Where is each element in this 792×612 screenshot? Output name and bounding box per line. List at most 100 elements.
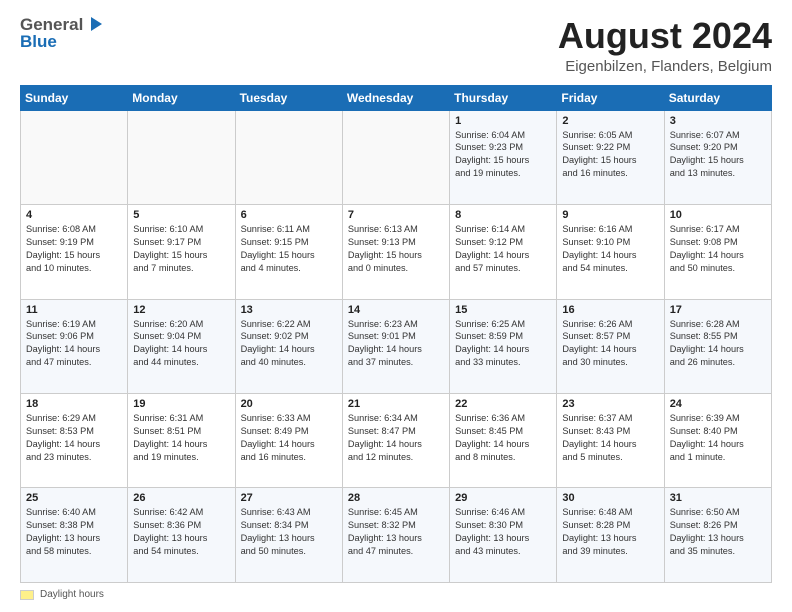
day-info: Sunrise: 6:29 AM Sunset: 8:53 PM Dayligh…	[26, 412, 122, 464]
day-info: Sunrise: 6:05 AM Sunset: 9:22 PM Dayligh…	[562, 129, 658, 181]
day-info: Sunrise: 6:14 AM Sunset: 9:12 PM Dayligh…	[455, 223, 551, 275]
logo-icon	[85, 15, 103, 33]
day-number: 24	[670, 398, 766, 410]
calendar-cell: 2 Sunrise: 6:05 AM Sunset: 9:22 PM Daylig…	[557, 110, 664, 204]
day-info: Sunrise: 6:28 AM Sunset: 8:55 PM Dayligh…	[670, 318, 766, 370]
day-info: Sunrise: 6:23 AM Sunset: 9:01 PM Dayligh…	[348, 318, 444, 370]
main-title: August 2024	[558, 16, 772, 56]
calendar-cell: 9Sunrise: 6:16 AM Sunset: 9:10 PM Daylig…	[557, 205, 664, 299]
title-block: August 2024 Eigenbilzen, Flanders, Belgi…	[558, 16, 772, 75]
calendar-cell: 23 Sunrise: 6:37 AM Sunset: 8:43 PM Dayli…	[557, 394, 664, 488]
day-info: Sunrise: 6:20 AM Sunset: 9:04 PM Dayligh…	[133, 318, 229, 370]
day-number: 6	[241, 209, 337, 221]
calendar-cell: 21Sunrise: 6:34 AM Sunset: 8:47 PM Dayli…	[342, 394, 449, 488]
day-number: 10	[670, 209, 766, 221]
calendar-cell: 3 Sunrise: 6:07 AM Sunset: 9:20 PM Daylig…	[664, 110, 771, 204]
calendar-cell	[128, 110, 235, 204]
day-number: 23	[562, 398, 658, 410]
calendar-cell: 29 Sunrise: 6:46 AM Sunset: 8:30 PM Dayli…	[450, 488, 557, 583]
day-number: 29	[455, 492, 551, 504]
calendar-cell	[21, 110, 128, 204]
day-info: Sunrise: 6:48 AM Sunset: 8:28 PM Dayligh…	[562, 506, 658, 558]
day-number: 30	[562, 492, 658, 504]
day-info: Sunrise: 6:33 AM Sunset: 8:49 PM Dayligh…	[241, 412, 337, 464]
calendar-cell: 11 Sunrise: 6:19 AM Sunset: 9:06 PM Dayli…	[21, 299, 128, 393]
calendar-cell: 25 Sunrise: 6:40 AM Sunset: 8:38 PM Dayli…	[21, 488, 128, 583]
day-number: 11	[26, 304, 122, 316]
logo-blue: Blue	[20, 33, 103, 52]
calendar-cell: 22 Sunrise: 6:36 AM Sunset: 8:45 PM Dayli…	[450, 394, 557, 488]
day-number: 7	[348, 209, 444, 221]
logo: General Blue	[20, 16, 103, 51]
calendar-cell: 27Sunrise: 6:43 AM Sunset: 8:34 PM Dayli…	[235, 488, 342, 583]
calendar-cell: 20Sunrise: 6:33 AM Sunset: 8:49 PM Dayli…	[235, 394, 342, 488]
calendar-cell: 6Sunrise: 6:11 AM Sunset: 9:15 PM Daylig…	[235, 205, 342, 299]
day-info: Sunrise: 6:37 AM Sunset: 8:43 PM Dayligh…	[562, 412, 658, 464]
calendar-cell: 13 Sunrise: 6:22 AM Sunset: 9:02 PM Dayli…	[235, 299, 342, 393]
calendar-day-header: Monday	[128, 85, 235, 110]
day-info: Sunrise: 6:19 AM Sunset: 9:06 PM Dayligh…	[26, 318, 122, 370]
calendar-week-row: 4Sunrise: 6:08 AM Sunset: 9:19 PM Daylig…	[21, 205, 772, 299]
daylight-legend-box	[20, 590, 34, 600]
subtitle: Eigenbilzen, Flanders, Belgium	[558, 58, 772, 75]
calendar-day-header: Friday	[557, 85, 664, 110]
calendar-day-header: Wednesday	[342, 85, 449, 110]
page: General Blue August 2024 Eigenbilzen, Fl…	[0, 0, 792, 612]
day-info: Sunrise: 6:16 AM Sunset: 9:10 PM Dayligh…	[562, 223, 658, 275]
calendar-cell: 28 Sunrise: 6:45 AM Sunset: 8:32 PM Dayli…	[342, 488, 449, 583]
calendar-cell: 14Sunrise: 6:23 AM Sunset: 9:01 PM Dayli…	[342, 299, 449, 393]
day-number: 17	[670, 304, 766, 316]
calendar-cell: 19Sunrise: 6:31 AM Sunset: 8:51 PM Dayli…	[128, 394, 235, 488]
day-number: 19	[133, 398, 229, 410]
day-number: 1	[455, 115, 551, 127]
calendar-week-row: 1 Sunrise: 6:04 AM Sunset: 9:23 PM Daylig…	[21, 110, 772, 204]
calendar-day-header: Sunday	[21, 85, 128, 110]
day-number: 22	[455, 398, 551, 410]
day-number: 8	[455, 209, 551, 221]
day-number: 25	[26, 492, 122, 504]
calendar-cell: 31Sunrise: 6:50 AM Sunset: 8:26 PM Dayli…	[664, 488, 771, 583]
day-info: Sunrise: 6:04 AM Sunset: 9:23 PM Dayligh…	[455, 129, 551, 181]
day-info: Sunrise: 6:39 AM Sunset: 8:40 PM Dayligh…	[670, 412, 766, 464]
calendar-body: 1 Sunrise: 6:04 AM Sunset: 9:23 PM Daylig…	[21, 110, 772, 582]
day-number: 2	[562, 115, 658, 127]
calendar-cell: 16Sunrise: 6:26 AM Sunset: 8:57 PM Dayli…	[557, 299, 664, 393]
daylight-legend-label: Daylight hours	[40, 589, 104, 600]
day-number: 28	[348, 492, 444, 504]
calendar-cell: 30 Sunrise: 6:48 AM Sunset: 8:28 PM Dayli…	[557, 488, 664, 583]
day-info: Sunrise: 6:34 AM Sunset: 8:47 PM Dayligh…	[348, 412, 444, 464]
calendar-header: SundayMondayTuesdayWednesdayThursdayFrid…	[21, 85, 772, 110]
day-number: 31	[670, 492, 766, 504]
day-info: Sunrise: 6:13 AM Sunset: 9:13 PM Dayligh…	[348, 223, 444, 275]
day-info: Sunrise: 6:10 AM Sunset: 9:17 PM Dayligh…	[133, 223, 229, 275]
day-info: Sunrise: 6:07 AM Sunset: 9:20 PM Dayligh…	[670, 129, 766, 181]
calendar-day-header: Saturday	[664, 85, 771, 110]
calendar-cell: 5 Sunrise: 6:10 AM Sunset: 9:17 PM Daylig…	[128, 205, 235, 299]
calendar-cell: 1 Sunrise: 6:04 AM Sunset: 9:23 PM Daylig…	[450, 110, 557, 204]
day-number: 16	[562, 304, 658, 316]
day-number: 26	[133, 492, 229, 504]
day-number: 27	[241, 492, 337, 504]
calendar-table: SundayMondayTuesdayWednesdayThursdayFrid…	[20, 85, 772, 583]
day-number: 13	[241, 304, 337, 316]
calendar-cell: 4Sunrise: 6:08 AM Sunset: 9:19 PM Daylig…	[21, 205, 128, 299]
calendar-week-row: 11 Sunrise: 6:19 AM Sunset: 9:06 PM Dayli…	[21, 299, 772, 393]
calendar-cell: 7 Sunrise: 6:13 AM Sunset: 9:13 PM Daylig…	[342, 205, 449, 299]
footer: Daylight hours	[20, 589, 772, 600]
calendar-cell: 24 Sunrise: 6:39 AM Sunset: 8:40 PM Dayli…	[664, 394, 771, 488]
day-info: Sunrise: 6:46 AM Sunset: 8:30 PM Dayligh…	[455, 506, 551, 558]
day-info: Sunrise: 6:40 AM Sunset: 8:38 PM Dayligh…	[26, 506, 122, 558]
calendar-week-row: 18Sunrise: 6:29 AM Sunset: 8:53 PM Dayli…	[21, 394, 772, 488]
calendar-day-header: Thursday	[450, 85, 557, 110]
calendar-cell: 8 Sunrise: 6:14 AM Sunset: 9:12 PM Daylig…	[450, 205, 557, 299]
day-number: 5	[133, 209, 229, 221]
day-info: Sunrise: 6:36 AM Sunset: 8:45 PM Dayligh…	[455, 412, 551, 464]
day-info: Sunrise: 6:45 AM Sunset: 8:32 PM Dayligh…	[348, 506, 444, 558]
day-number: 3	[670, 115, 766, 127]
calendar-cell: 26 Sunrise: 6:42 AM Sunset: 8:36 PM Dayli…	[128, 488, 235, 583]
calendar-cell	[342, 110, 449, 204]
day-info: Sunrise: 6:25 AM Sunset: 8:59 PM Dayligh…	[455, 318, 551, 370]
day-info: Sunrise: 6:22 AM Sunset: 9:02 PM Dayligh…	[241, 318, 337, 370]
calendar-cell: 18Sunrise: 6:29 AM Sunset: 8:53 PM Dayli…	[21, 394, 128, 488]
day-info: Sunrise: 6:42 AM Sunset: 8:36 PM Dayligh…	[133, 506, 229, 558]
